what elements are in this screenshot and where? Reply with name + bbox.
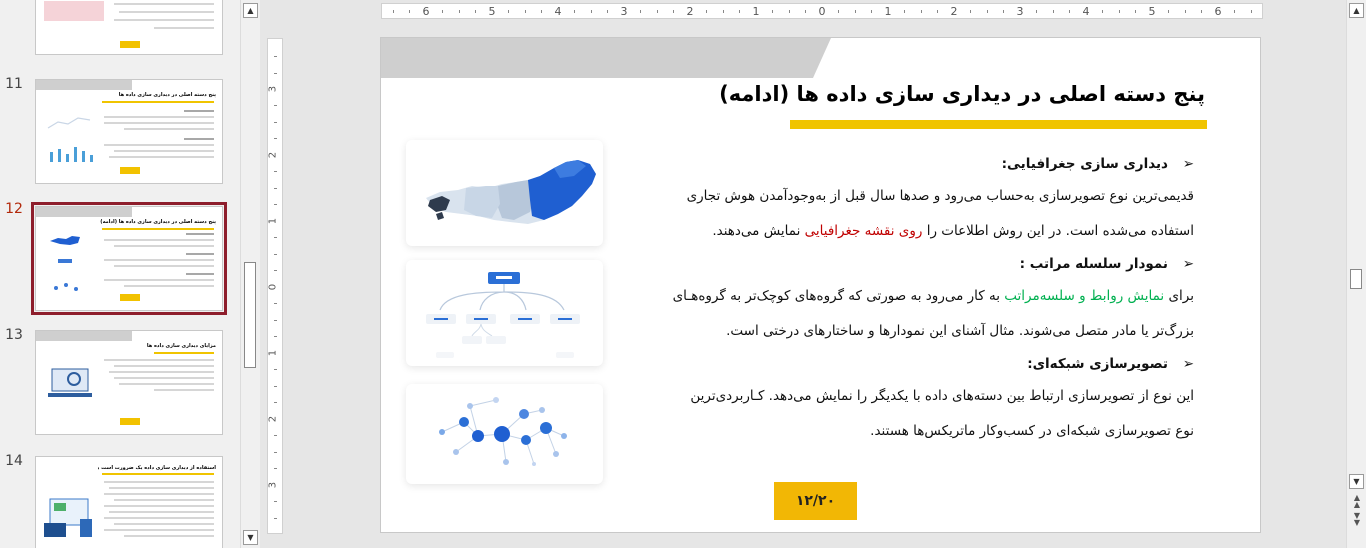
slide-thumbnail-panel[interactable]: 11 پنج دسته اصلی در دیداری سازی داده ها [0, 0, 240, 548]
hierarchy-chart-icon [426, 272, 580, 358]
arrow-bullet-icon: ➢ [1182, 156, 1194, 172]
geo-map-card[interactable] [406, 140, 603, 246]
slide-number-label: 13 [5, 327, 23, 343]
paragraph-line: این نوع از تصویرسازی ارتباط بین دسته‌های… [690, 388, 1194, 404]
thumb-title: پنج دسته اصلی در دیداری سازی داده ها [118, 92, 216, 98]
editor-scrollbar[interactable]: ▲ ▼ ▲ ▲ ▼ ▼ [1346, 0, 1366, 548]
slide-number-label: 14 [5, 453, 23, 469]
slide-canvas[interactable]: پنج دسته اصلی در دیداری سازی داده ها (اد… [380, 37, 1261, 533]
slide-thumbnail-14[interactable]: استفاده از دیداری سازی داده یک ضرورت است… [35, 456, 223, 548]
highlight-text: روی نقشه جغرافیایی [804, 223, 923, 239]
scroll-down-button[interactable]: ▼ [243, 530, 258, 545]
slide-body-text[interactable]: ➢دیداری سازی جغرافیایی: قدیمی‌ترین نوع ت… [634, 149, 1194, 449]
russia-map-icon [426, 160, 596, 224]
bullet-geo: ➢دیداری سازی جغرافیایی: [634, 149, 1194, 179]
paragraph-line: نوع تصویرسازی شبکه‌ای در کسب‌وکار ماتریک… [870, 423, 1194, 439]
header-bar-decoration [381, 38, 831, 78]
slide-editor[interactable]: 6 5 4 3 2 1 0 1 2 3 4 5 6 3 2 1 0 1 2 3 … [262, 0, 1346, 548]
thumb-map-icon [50, 236, 80, 245]
paragraph-line: برای نمایش روابط و سلسه‌مراتب به کار می‌… [672, 288, 1194, 304]
bullet-hierarchy: ➢نمودار سلسله مراتب : [634, 249, 1194, 279]
scroll-up-button[interactable]: ▲ [1349, 3, 1364, 18]
thumb-title: استفاده از دیداری سازی داده یک ضرورت است… [98, 465, 216, 471]
arrow-bullet-icon: ➢ [1182, 356, 1194, 372]
vertical-ruler[interactable]: 3 2 1 0 1 2 3 [267, 38, 283, 534]
thumb-devices-illustration-icon [44, 498, 92, 537]
slide-thumbnail-10[interactable] [35, 0, 223, 55]
paragraph-line: قدیمی‌ترین نوع تصویرسازی به‌حساب می‌رود … [686, 188, 1194, 204]
thumb-footer-badge [120, 418, 140, 425]
next-slide-button[interactable]: ▼ ▼ [1350, 512, 1364, 527]
highlight-text: نمایش روابط و سلسه‌مراتب [1004, 288, 1165, 304]
paragraph-line: استفاده می‌شده است. در این روش اطلاعات ر… [712, 223, 1194, 239]
slide-thumbnail-13[interactable]: مزایای دیداری سازی داده ها [35, 330, 223, 435]
slide-number-label: 11 [5, 76, 23, 92]
thumb-network-icon [54, 283, 78, 291]
thumb-footer-badge [120, 167, 140, 174]
scroll-down-button[interactable]: ▼ [1349, 474, 1364, 489]
thumb-dashboard-illustration-icon [48, 368, 92, 397]
previous-slide-button[interactable]: ▲ ▲ [1350, 494, 1364, 509]
arrow-bullet-icon: ➢ [1182, 256, 1194, 272]
thumb-chart-image [44, 1, 104, 21]
paragraph-line: بزرگ‌تر یا مادر متصل می‌شوند. مثال آشنای… [726, 323, 1194, 339]
scrollbar-thumb[interactable] [1350, 269, 1362, 289]
scroll-up-button[interactable]: ▲ [243, 3, 258, 18]
thumb-title: پنج دسته اصلی در دیداری سازی داده ها (اد… [100, 219, 216, 225]
thumb-hierarchy-icon [58, 259, 72, 263]
network-graph-icon [439, 397, 567, 466]
network-card[interactable] [406, 384, 603, 484]
slide-thumbnail-12-selected[interactable]: پنج دسته اصلی در دیداری سازی داده ها (اد… [31, 202, 227, 315]
thumb-line-chart-icon [47, 117, 91, 129]
scrollbar-thumb[interactable] [244, 262, 256, 368]
bullet-network: ➢تصویرسازی شبکه‌ای: [634, 349, 1194, 379]
thumb-title: مزایای دیداری سازی داده ها [146, 343, 216, 349]
horizontal-ruler[interactable]: 6 5 4 3 2 1 0 1 2 3 4 5 6 [381, 3, 1263, 19]
title-underline [790, 120, 1207, 129]
thumb-footer-badge [120, 294, 140, 301]
thumb-bar-chart-icon [50, 147, 93, 162]
hierarchy-card[interactable] [406, 260, 603, 366]
slide-thumbnail-11[interactable]: پنج دسته اصلی در دیداری سازی داده ها [35, 79, 223, 184]
powerpoint-window: 11 پنج دسته اصلی در دیداری سازی داده ها [0, 0, 1366, 548]
thumbnail-scrollbar[interactable]: ▲ ▼ [240, 0, 260, 548]
slide-title[interactable]: پنج دسته اصلی در دیداری سازی داده ها (اد… [605, 82, 1205, 106]
thumb-footer-badge [120, 41, 140, 48]
slide-number-label: 12 [5, 201, 23, 217]
slide-number-badge: ۱۲/۲۰ [774, 482, 857, 520]
